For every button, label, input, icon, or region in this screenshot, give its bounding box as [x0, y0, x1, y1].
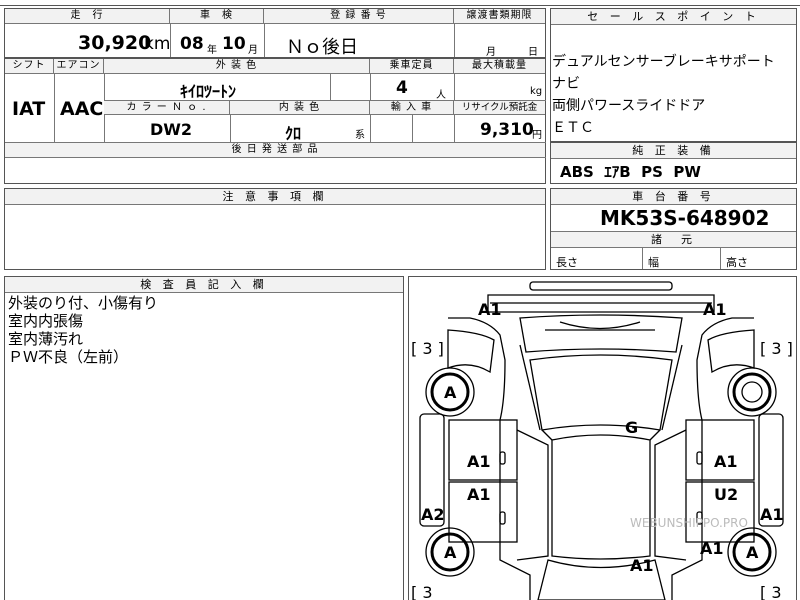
genuine-equipment-value: ABS ｴｱB PS PW: [560, 163, 701, 181]
exterior-value: ｷｲﾛﾂｰﾄﾝ: [180, 82, 237, 101]
mileage-label: 走 行: [5, 9, 170, 24]
inspector-line: ＰＷ不良（左前）: [8, 348, 129, 366]
hood-outline: [519, 314, 683, 353]
mileage-unit: km: [144, 34, 171, 54]
mileage-value: 30,920: [78, 32, 152, 54]
damage-mark: A: [444, 383, 457, 402]
inspector-line: 外装のり付、小傷有り: [8, 294, 159, 312]
windshield: [529, 354, 673, 431]
right-front-fender: [707, 329, 755, 374]
later-parts-label: 後 日 発 送 部 品: [5, 143, 545, 158]
damage-mark: A: [746, 543, 759, 562]
interior-value: ｸﾛ: [285, 124, 302, 143]
aircon-value: AAC: [60, 98, 104, 120]
inspector-title: 検 査 員 記 入 欄: [5, 277, 403, 293]
recycle-label: リサイクル預託金: [454, 100, 545, 115]
damage-mark: A2: [421, 505, 445, 524]
aircon-label: エアコン: [54, 59, 104, 74]
inspector-line: 室内内張傷: [8, 312, 84, 330]
exterior-label: 外 装 色: [104, 59, 370, 74]
damage-mark: A1: [700, 539, 724, 558]
genuine-equipment-title: 純 正 装 備: [551, 143, 796, 159]
damage-mark: [ 3 ]: [411, 339, 444, 358]
capacity-value: 4: [396, 78, 408, 98]
color-no-value: DW2: [150, 120, 193, 139]
right-front-door: [685, 419, 755, 481]
sales-points-title: セ ー ル ス ポ イ ン ト: [551, 9, 796, 25]
capacity-unit: 人: [436, 90, 446, 101]
damage-mark: A: [444, 543, 457, 562]
top-strip: [0, 0, 800, 6]
damage-mark: A1: [760, 505, 784, 524]
inspection-month-unit: 月: [248, 45, 258, 56]
load-unit: kg: [530, 86, 543, 97]
chassis-title: 車 台 番 号: [551, 189, 796, 205]
transfer-label: 譲渡書類期限: [454, 9, 545, 24]
specs-table: [4, 58, 546, 184]
chassis-value: MK53S-648902: [600, 206, 770, 230]
sales-point-line: 両側パワースライドドア: [552, 98, 706, 114]
interior-label: 内 装 色: [230, 100, 370, 115]
sales-point-line: デュアルセンサーブレーキサポート: [552, 54, 775, 70]
shift-label: シフト: [5, 59, 54, 74]
capacity-label: 乗車定員: [370, 59, 454, 74]
import-label: 輸 入 車: [370, 100, 454, 115]
registration-label: 登 録 番 号: [264, 9, 454, 24]
recycle-value: 9,310: [480, 120, 534, 140]
registration-value: Ｎｏ後日: [286, 37, 358, 58]
transfer-month-unit: 月: [486, 47, 496, 58]
damage-mark: A1: [630, 556, 654, 575]
sales-point-line: ナビ: [552, 76, 580, 92]
inspection-label: 車 検: [170, 9, 264, 24]
roof: [551, 434, 651, 560]
damage-mark: G: [625, 418, 638, 437]
damage-mark: [ 3: [760, 583, 782, 600]
transfer-day-unit: 日: [528, 47, 538, 58]
damage-mark: A1: [714, 452, 738, 471]
inspector-line: 室内薄汚れ: [8, 330, 84, 348]
load-label: 最大積載量: [454, 59, 545, 74]
interior-suffix: 系: [355, 130, 365, 141]
watermark: WEBUNSHIPPO.PRO: [630, 516, 748, 530]
height-label: 高さ: [726, 256, 748, 269]
inspection-year: 08: [180, 34, 204, 54]
width-label: 幅: [648, 256, 659, 269]
damage-mark: [ 3: [411, 583, 433, 600]
front-bumper-top: [529, 281, 673, 291]
damage-mark: U2: [714, 485, 738, 504]
left-front-fender: [447, 329, 495, 374]
damage-mark: A1: [478, 300, 502, 319]
notes-title: 注 意 事 項 欄: [5, 189, 545, 205]
length-label: 長さ: [556, 256, 578, 269]
dimensions-title: 諸 元: [551, 232, 796, 248]
inspection-year-unit: 年: [207, 45, 217, 56]
damage-mark: A1: [467, 452, 491, 471]
damage-mark: A1: [703, 300, 727, 319]
sales-point-line: ＥＴＣ: [552, 120, 594, 136]
car-diagram: WEBUNSHIPPO.PRO A1 A1 [ 3 ] [ 3 ] A G A1…: [411, 281, 793, 600]
damage-mark: A1: [467, 485, 491, 504]
left-front-door: [448, 419, 518, 481]
inspection-month: 10: [222, 34, 246, 54]
recycle-unit: 円: [532, 130, 542, 141]
color-no-label: カ ラ ー Ｎ ｏ .: [104, 100, 230, 115]
shift-value: IAT: [12, 98, 46, 120]
sales-points-list: デュアルセンサーブレーキサポート ナビ 両側パワースライドドア ＥＴＣ: [552, 51, 775, 139]
inspector-notes: 外装のり付、小傷有り 室内内張傷 室内薄汚れ ＰＷ不良（左前）: [8, 294, 158, 366]
damage-mark: [ 3 ]: [760, 339, 793, 358]
